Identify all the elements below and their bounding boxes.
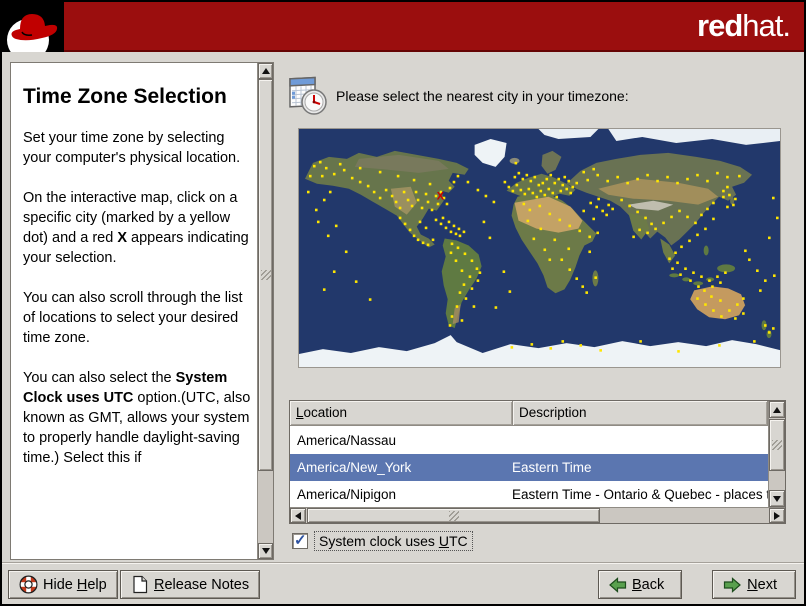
lifebuoy-icon [19,575,38,594]
check-icon: ✓ [294,532,307,549]
help-scrollbar[interactable] [257,63,273,559]
hide-help-button[interactable]: Hide Help [8,570,118,599]
installer-window: redhat. Time Zone Selection Set your tim… [0,0,806,606]
table-scroll-down-button[interactable] [769,490,785,507]
column-header-description[interactable]: Description [513,401,768,426]
utc-checkbox-label[interactable]: System clock uses UTC [314,531,473,551]
table-scroll-left-button[interactable] [290,508,306,523]
help-paragraph-1: Set your time zone by selecting your com… [23,130,241,167]
table-vertical-scrollbar[interactable] [768,401,785,507]
utc-checkbox-row: ✓ System clock uses UTC [292,531,473,551]
release-notes-label: Release Notes [154,576,250,593]
next-arrow-icon [723,576,741,593]
timezone-table: Location Description America/Nassau Ameri… [289,400,786,524]
table-scrollbar-thumb[interactable] [769,419,785,471]
cell-description [512,427,769,454]
help-paragraph-4: You can also select the System Clock use… [23,370,251,467]
wordmark-bold: red [697,8,743,43]
footer-divider [2,562,804,564]
help-scroll-down-button[interactable] [258,543,273,559]
selected-city-marker: X [437,191,445,203]
cell-description: Eastern Time [512,460,592,475]
document-icon [131,575,149,594]
help-paragraph-2: On the interactive map, click on a speci… [23,190,249,267]
column-header-location[interactable]: Location [290,401,513,426]
header-banner: redhat. [2,2,804,52]
back-arrow-icon [609,576,627,593]
help-panel: Time Zone Selection Set your time zone b… [10,62,274,560]
right-arrow-icon [774,511,780,520]
help-scroll-up-button[interactable] [258,63,273,79]
help-scrollbar-thumb[interactable] [258,79,273,471]
prompt-text: Please select the nearest city in your t… [336,88,629,104]
up-arrow-icon [261,68,270,74]
redhat-wordmark: redhat. [697,8,791,44]
cell-location: America/New_York [297,460,412,475]
timezone-table-body: America/Nassau America/New_York Eastern Ti… [290,427,769,508]
cell-location: America/Nipigon [297,487,397,502]
table-scroll-right-button[interactable] [769,508,785,523]
help-text: Time Zone Selection Set your time zone b… [11,63,258,559]
table-horizontal-scrollbar[interactable] [290,507,785,523]
utc-checkbox[interactable]: ✓ [292,532,308,549]
up-arrow-icon [773,406,781,413]
down-arrow-icon [261,548,270,554]
hide-help-label: Hide Help [43,576,107,593]
cell-description: Eastern Time - Ontario & Quebec - places… [512,487,769,502]
redhat-shadowman-logo-icon [2,2,64,52]
release-notes-button[interactable]: Release Notes [120,570,261,599]
cell-location: America/Nassau [297,433,397,448]
table-row[interactable]: America/New_York Eastern Time [290,454,769,481]
left-arrow-icon [295,511,301,520]
down-arrow-icon [773,495,781,502]
next-button[interactable]: Next [712,570,796,599]
back-label: Back [632,576,665,593]
world-map[interactable]: X [298,128,781,368]
help-paragraph-3: You can also scroll through the list of … [23,290,243,347]
wordmark-light: hat. [742,8,791,43]
table-hscrollbar-thumb[interactable] [307,508,600,523]
table-row[interactable]: America/Nipigon Eastern Time - Ontario & … [290,481,769,508]
timezone-clock-icon [287,74,329,116]
next-label: Next [747,576,777,593]
table-row[interactable]: America/Nassau [290,427,769,454]
back-button[interactable]: Back [598,570,682,599]
page-title: Time Zone Selection [23,85,227,108]
table-scroll-up-button[interactable] [769,401,785,418]
